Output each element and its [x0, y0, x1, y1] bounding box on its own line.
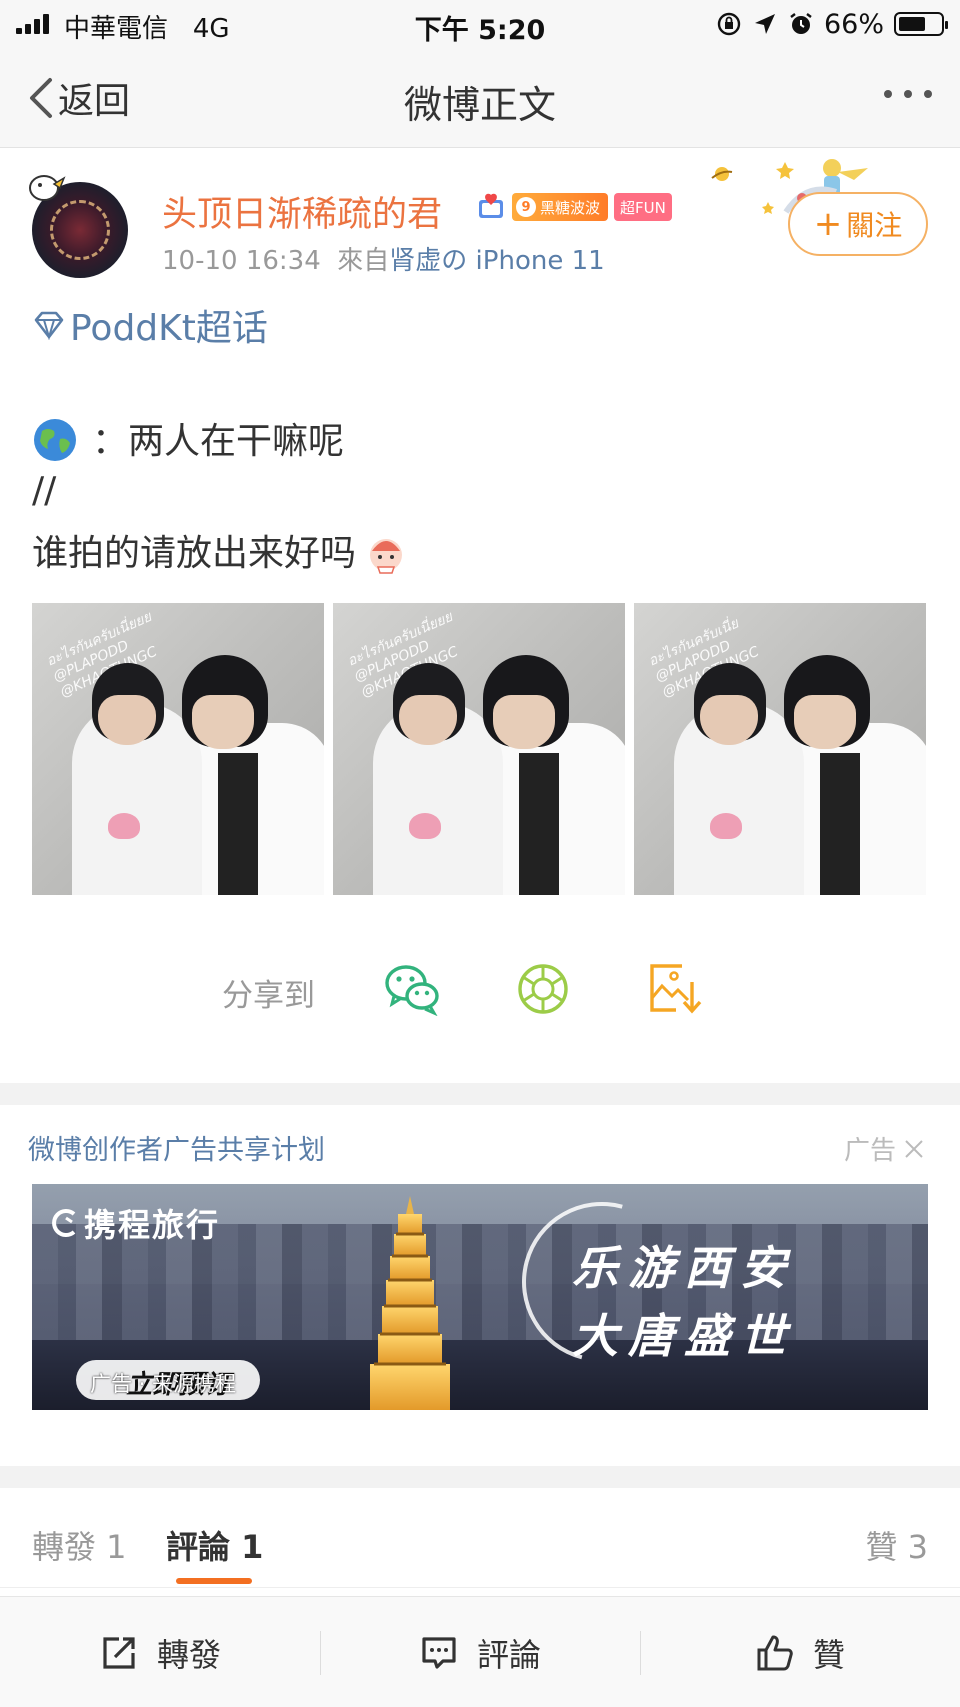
- battery-percent: 66%: [823, 8, 884, 40]
- active-tab-indicator: [176, 1578, 252, 1584]
- nav-bar: 返回 微博正文: [0, 48, 960, 148]
- post-source[interactable]: 肾虚の iPhone 11: [389, 246, 604, 276]
- plus-icon: +: [813, 204, 843, 244]
- ad-brand: 携程旅行: [48, 1200, 220, 1246]
- post-text: ：两人在干嘛呢: [92, 421, 345, 462]
- share-arrow-icon: [103, 1636, 135, 1669]
- shy-face-sticker-icon: [370, 539, 403, 574]
- ad-label: 广告: [843, 1136, 896, 1166]
- level-label: 黑糖波波: [540, 198, 601, 217]
- ad-tag[interactable]: 广告: [844, 1130, 926, 1167]
- repost-button[interactable]: 轉發: [0, 1597, 320, 1707]
- thumbs-up-icon: [757, 1635, 793, 1670]
- ad-brand-name: 携程旅行: [84, 1206, 221, 1244]
- photo-1[interactable]: อะไรกันครับเนี่ยยย@PLAPODD@KHAOTUNGC: [32, 603, 324, 895]
- super-topic-link[interactable]: PoddKt超话: [32, 300, 268, 350]
- follow-button[interactable]: + 關注: [788, 192, 928, 256]
- topic-label: PoddKt超话: [70, 308, 268, 349]
- comment-label: 評論: [476, 1635, 541, 1674]
- section-divider: [0, 1083, 960, 1105]
- moments-icon[interactable]: [514, 962, 572, 1016]
- post-time: 10-10 16:34: [162, 246, 321, 276]
- post-text-line-2: //: [32, 470, 57, 511]
- photo-grid: อะไรกันครับเนี่ยยย@PLAPODD@KHAOTUNGC อะไ…: [32, 603, 928, 895]
- level-badge[interactable]: 9 黑糖波波: [512, 193, 609, 221]
- more-options-icon[interactable]: [884, 90, 932, 98]
- rotation-lock-icon: [717, 12, 741, 36]
- comment-button[interactable]: 評論: [320, 1597, 640, 1707]
- share-label: 分享到: [222, 978, 315, 1014]
- battery-fill: [899, 17, 925, 31]
- location-icon: [754, 14, 775, 34]
- repost-label: 轉發: [156, 1635, 221, 1674]
- user-badges: 9 黑糖波波 超FUN: [476, 192, 672, 222]
- bird-sticker-icon: [29, 175, 66, 201]
- page-title: 微博正文: [403, 83, 556, 127]
- status-icons: 66%: [716, 8, 948, 40]
- level-number: 9: [516, 197, 536, 217]
- tab-comments[interactable]: 評論 1: [166, 1522, 263, 1568]
- username[interactable]: 头顶日渐稀疏的君: [162, 186, 442, 237]
- share-row: 分享到: [0, 960, 960, 1020]
- ctrip-logo-icon: [52, 1209, 76, 1237]
- follow-label: 關注: [846, 209, 903, 242]
- alarm-icon: [790, 13, 812, 34]
- post-header: 头顶日渐稀疏的君 9 黑糖波波 超FUN 10-10 16:34 來自肾虚の i…: [0, 150, 960, 290]
- bottom-toolbar: 轉發 評論 贊: [0, 1596, 960, 1707]
- globe-emoji-icon: [34, 419, 76, 461]
- tab-likes[interactable]: 贊 3: [865, 1522, 928, 1568]
- diamond-icon: [34, 311, 64, 340]
- photo-3[interactable]: อะไรกันครับเนี่ย@PLAPODD@KHAOTUNGC: [634, 603, 926, 895]
- post-text: 谁拍的请放出来好吗: [32, 533, 357, 574]
- post-meta: 10-10 16:34 來自肾虚の iPhone 11: [162, 240, 605, 277]
- status-bar: 中華電信 4G 下午 5:20 66%: [0, 0, 960, 48]
- close-icon[interactable]: [902, 1137, 926, 1161]
- tab-reposts[interactable]: 轉發 1: [32, 1522, 127, 1568]
- section-divider: [0, 1466, 960, 1488]
- ad-slogan-line-1: 乐游西安: [572, 1241, 796, 1295]
- wechat-icon[interactable]: [384, 962, 442, 1016]
- ad-slogan-line-2: 大唐盛世: [572, 1309, 796, 1363]
- like-label: 贊: [812, 1635, 845, 1674]
- vip-book-icon[interactable]: [476, 192, 506, 222]
- interaction-tabs: 轉發 1 評論 1 贊 3: [0, 1488, 960, 1588]
- save-image-icon[interactable]: [646, 962, 704, 1016]
- battery-icon: [894, 12, 948, 36]
- like-button[interactable]: 贊: [640, 1597, 960, 1707]
- ad-program-title[interactable]: 微博创作者广告共享计划: [28, 1128, 325, 1167]
- comment-icon: [422, 1636, 456, 1669]
- ad-banner[interactable]: 携程旅行 乐游西安 大唐盛世 立即预订 广告 · 来源携程: [32, 1184, 928, 1410]
- post-text-line-1: ：两人在干嘛呢: [32, 412, 344, 464]
- post-text-line-3: 谁拍的请放出来好吗: [32, 524, 408, 576]
- super-fun-badge[interactable]: 超FUN: [614, 193, 672, 221]
- pagoda-illustration: [370, 1196, 450, 1410]
- photo-2[interactable]: อะไรกันครับเนี่ยยย@PLAPODD@KHAOTUNGC: [333, 603, 625, 895]
- source-prefix: 來自: [337, 246, 390, 276]
- ad-overlay-text: 广告 · 来源携程: [90, 1372, 237, 1396]
